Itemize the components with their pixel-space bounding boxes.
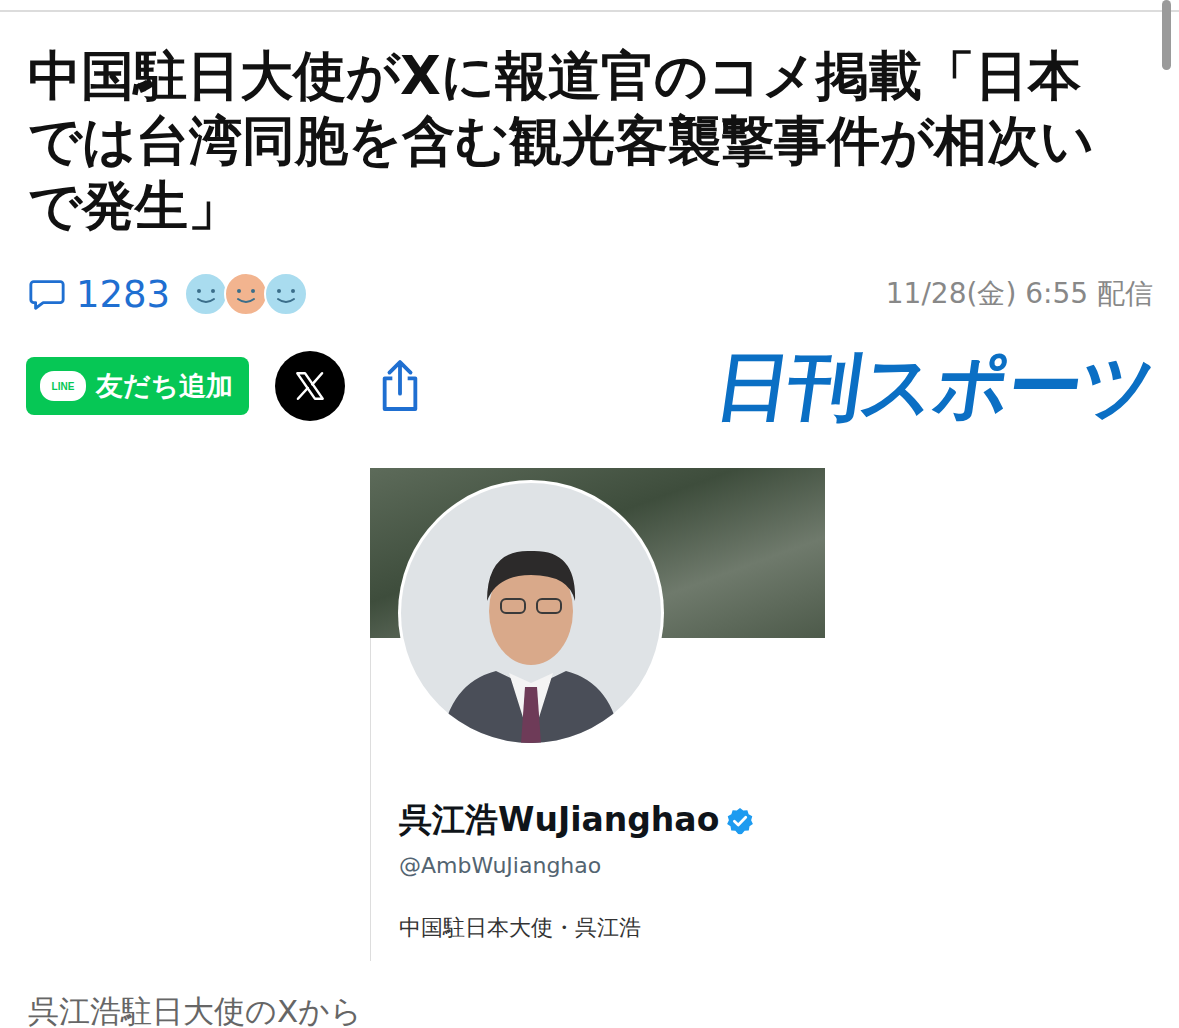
share-actions: LINE 友だち追加 xyxy=(26,351,429,421)
share-upload-icon xyxy=(377,359,423,413)
smiley-face-icon xyxy=(224,272,268,316)
x-share-button[interactable] xyxy=(275,351,345,421)
published-time: 11/28(金) 6:55 配信 xyxy=(886,275,1153,313)
top-divider xyxy=(0,10,1179,12)
share-button[interactable] xyxy=(371,359,429,413)
comment-bubble-icon[interactable] xyxy=(28,275,66,313)
article-figure[interactable]: 呉江浩WuJianghao @AmbWuJianghao 中国駐日本大使・呉江浩 xyxy=(370,468,825,961)
line-button-label: 友だち追加 xyxy=(96,368,233,404)
scrollbar-thumb[interactable] xyxy=(1162,0,1171,70)
article-page: 中国駐日大使がXに報道官のコメ掲載「日本では台湾同胞を含む観光客襲撃事件が相次い… xyxy=(0,0,1179,1028)
figure-caption: 呉江浩駐日大使のXから xyxy=(28,991,1179,1028)
comment-count[interactable]: 1283 xyxy=(76,273,170,316)
line-logo-icon: LINE xyxy=(40,371,86,401)
profile-handle: @AmbWuJianghao xyxy=(399,851,815,881)
publisher-logo[interactable]: 日刊スポーツ xyxy=(711,346,1160,426)
comments-reactions[interactable]: 1283 xyxy=(28,272,308,316)
verified-badge-icon xyxy=(725,806,755,836)
profile-name-line: 呉江浩WuJianghao xyxy=(399,798,815,843)
smiley-face-icon xyxy=(264,272,308,316)
smiley-face-icon xyxy=(184,272,228,316)
avatar-person-icon xyxy=(401,483,661,743)
profile-display-name: 呉江浩WuJianghao xyxy=(399,798,719,843)
line-add-friend-button[interactable]: LINE 友だち追加 xyxy=(26,357,249,415)
reaction-faces xyxy=(184,272,308,316)
profile-bio: 中国駐日本大使・呉江浩 xyxy=(399,913,815,943)
action-row: LINE友だち追加日刊スポーツ xyxy=(26,346,1155,426)
article-headline[interactable]: 中国駐日大使がXに報道官のコメ掲載「日本では台湾同胞を含む観光客襲撃事件が相次い… xyxy=(28,43,1123,238)
x-logo-icon xyxy=(293,369,327,403)
meta-row: 1283 11/28(金) 6:55 配信 xyxy=(28,270,1153,318)
line-logo-text: LINE xyxy=(52,381,75,392)
profile-avatar-photo xyxy=(398,480,664,746)
